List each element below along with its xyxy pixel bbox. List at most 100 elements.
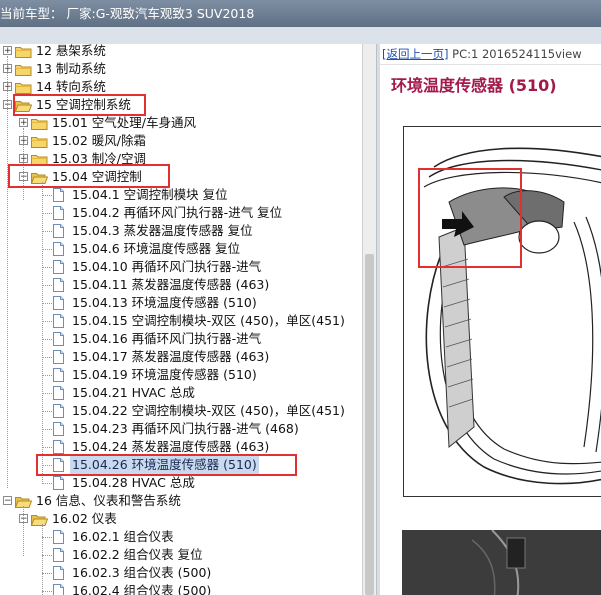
tree-item-label: 16.02.4 组合仪表 (500) <box>72 583 212 595</box>
document-icon <box>53 548 64 562</box>
document-icon <box>53 296 64 310</box>
second-diagram <box>402 529 601 595</box>
document-icon <box>53 242 64 256</box>
tree-folder-item[interactable]: +13 制动系统 <box>0 60 362 78</box>
folder-icon <box>31 135 48 148</box>
tree-doc-item[interactable]: 16.02.2 组合仪表 复位 <box>0 546 362 564</box>
tree-guide-line <box>42 393 52 394</box>
navigation-tree[interactable]: +12 悬架系统 +13 制动系统 +14 转向系统 −15 空调控制系统 +15.01… <box>0 44 362 595</box>
tree-guide-line <box>42 195 52 196</box>
highlight-box-15-04 <box>8 164 170 188</box>
tree-item-label: 15.04.19 环境温度传感器 (510) <box>72 367 257 382</box>
document-icon <box>53 314 64 328</box>
tree-folder-item[interactable]: +15.01 空气处理/车身通风 <box>0 114 362 132</box>
document-icon <box>53 368 64 382</box>
tree-item-label: 16.02.1 组合仪表 <box>72 529 174 544</box>
tree-doc-item[interactable]: 15.04.2 再循环风门执行器-进气 复位 <box>0 204 362 222</box>
highlight-box-15 <box>13 94 146 116</box>
document-icon <box>53 278 64 292</box>
toolbar-strip <box>0 27 601 45</box>
tree-folder-item[interactable]: −16.02 仪表 <box>0 510 362 528</box>
tree-doc-item[interactable]: 15.04.17 蒸发器温度传感器 (463) <box>0 348 362 366</box>
tree-guide-line <box>42 213 52 214</box>
tree-doc-item[interactable]: 15.04.10 再循环风门执行器-进气 <box>0 258 362 276</box>
folder-icon <box>15 81 32 94</box>
document-icon <box>53 224 64 238</box>
tree-item-label: 15.04.6 环境温度传感器 复位 <box>72 241 241 256</box>
tree-item-label: 15.04.28 HVAC 总成 <box>72 475 195 490</box>
tree-item-label: 15.04.3 蒸发器温度传感器 复位 <box>72 223 253 238</box>
tree-guide-line <box>42 429 52 430</box>
document-icon <box>53 188 64 202</box>
tree-guide-line <box>42 483 52 484</box>
window-title-bar: 当前车型： 厂家:G-观致汽车观致3 SUV2018 <box>0 0 601 27</box>
tree-guide-line <box>42 573 52 574</box>
tree-item-label: 15.01 空气处理/车身通风 <box>52 115 196 130</box>
document-icon <box>53 206 64 220</box>
tree-doc-item[interactable]: 15.04.15 空调控制模块-双区 (450)，单区(451) <box>0 312 362 330</box>
tree-scrollbar-thumb[interactable] <box>365 254 374 595</box>
tree-guide-line <box>42 537 52 538</box>
tree-doc-item[interactable]: 16.02.1 组合仪表 <box>0 528 362 546</box>
tree-doc-item[interactable]: 16.02.3 组合仪表 (500) <box>0 564 362 582</box>
tree-doc-item[interactable]: 15.04.3 蒸发器温度传感器 复位 <box>0 222 362 240</box>
tree-guide-line <box>42 555 52 556</box>
content-pane: [返回上一页] PC:1 2016524115view 环境温度传感器 (510… <box>380 44 601 595</box>
tree-folder-item[interactable]: +15.02 暖风/除霜 <box>0 132 362 150</box>
folder-icon <box>15 45 32 58</box>
tree-item-label: 15.04.13 环境温度传感器 (510) <box>72 295 257 310</box>
collapse-toggle-icon[interactable]: − <box>3 496 12 506</box>
tree-guide-line <box>23 506 24 556</box>
tree-item-label: 16.02.2 组合仪表 复位 <box>72 547 203 562</box>
tree-doc-item[interactable]: 15.04.1 空调控制模块 复位 <box>0 186 362 204</box>
document-icon <box>53 584 64 595</box>
tree-guide-line <box>42 285 52 286</box>
tree-doc-item[interactable]: 15.04.16 再循环风门执行器-进气 <box>0 330 362 348</box>
tree-guide-line <box>42 231 52 232</box>
document-icon <box>53 260 64 274</box>
document-icon <box>53 350 64 364</box>
tree-item-label: 12 悬架系统 <box>36 44 106 58</box>
tree-doc-item[interactable]: 15.04.11 蒸发器温度传感器 (463) <box>0 276 362 294</box>
tree-guide-line <box>7 56 8 488</box>
tree-doc-item[interactable]: 15.04.19 环境温度传感器 (510) <box>0 366 362 384</box>
tree-doc-item[interactable]: 15.04.23 再循环风门执行器-进气 (468) <box>0 420 362 438</box>
tree-doc-item[interactable]: 15.04.13 环境温度传感器 (510) <box>0 294 362 312</box>
back-link[interactable]: [返回上一页] <box>382 47 448 61</box>
tree-doc-item[interactable]: 15.04.22 空调控制模块-双区 (450)，单区(451) <box>0 402 362 420</box>
tree-item-label: 16.02 仪表 <box>52 511 117 526</box>
document-icon <box>53 440 64 454</box>
document-icon <box>53 386 64 400</box>
tree-item-label: 15.04.2 再循环风门执行器-进气 复位 <box>72 205 283 220</box>
current-vehicle-value: 厂家:G-观致汽车观致3 SUV2018 <box>66 6 255 21</box>
tree-doc-item[interactable]: 15.04.6 环境温度传感器 复位 <box>0 240 362 258</box>
tree-scrollbar[interactable] <box>362 44 376 595</box>
tree-guide-line <box>42 182 43 484</box>
tree-item-label: 15.04.1 空调控制模块 复位 <box>72 187 228 202</box>
document-icon <box>53 404 64 418</box>
document-icon <box>53 476 64 490</box>
expand-toggle-icon[interactable]: + <box>3 46 12 56</box>
tree-item-label: 15.02 暖风/除霜 <box>52 133 146 148</box>
tree-guide-line <box>42 357 52 358</box>
tree-doc-item[interactable]: 15.04.21 HVAC 总成 <box>0 384 362 402</box>
tree-item-label: 15.04.15 空调控制模块-双区 (450)，单区(451) <box>72 313 345 328</box>
page-info: PC:1 2016524115view <box>452 47 582 61</box>
tree-item-label: 15.04.10 再循环风门执行器-进气 <box>72 259 262 274</box>
tree-guide-line <box>42 267 52 268</box>
sensor-highlight-box <box>418 168 522 268</box>
content-header: [返回上一页] PC:1 2016524115view <box>380 44 601 65</box>
document-icon <box>53 332 64 346</box>
expand-toggle-icon[interactable]: + <box>19 118 28 128</box>
tree-item-label: 15.04.22 空调控制模块-双区 (450)，单区(451) <box>72 403 345 418</box>
tree-folder-item[interactable]: − 16 信息、仪表和警告系统 <box>0 492 362 510</box>
tree-doc-item[interactable]: 15.04.28 HVAC 总成 <box>0 474 362 492</box>
tree-doc-item[interactable]: 16.02.4 组合仪表 (500) <box>0 582 362 595</box>
tree-folder-item[interactable]: +12 悬架系统 <box>0 44 362 60</box>
page-title: 环境温度传感器 (510) <box>391 76 557 95</box>
tree-item-label: 15.04.16 再循环风门执行器-进气 <box>72 331 262 346</box>
tree-item-label: 15.04.11 蒸发器温度传感器 (463) <box>72 277 270 292</box>
tree-guide-line <box>42 447 52 448</box>
second-diagram-drawing <box>402 529 601 595</box>
tree-guide-line <box>42 249 52 250</box>
